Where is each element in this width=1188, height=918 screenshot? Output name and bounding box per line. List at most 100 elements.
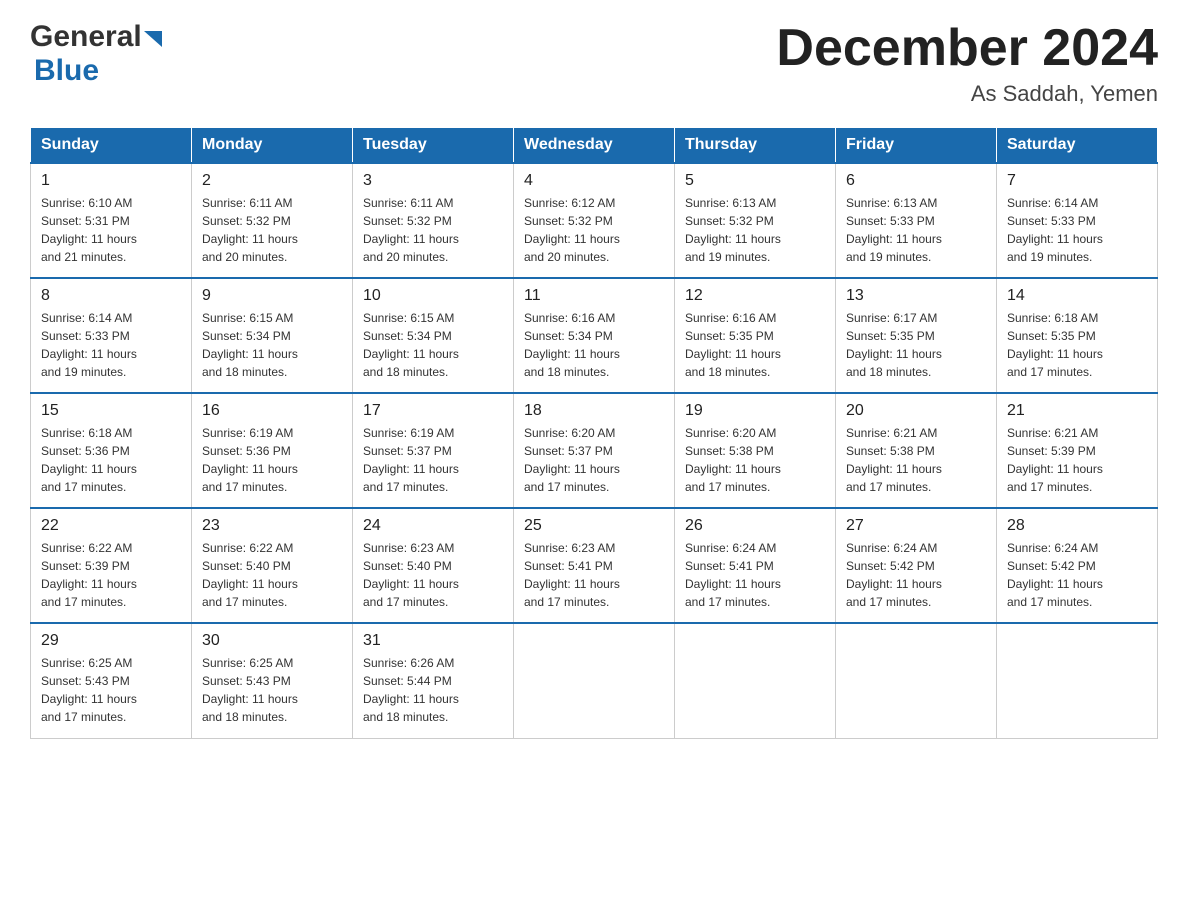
day-info: Sunrise: 6:15 AM Sunset: 5:34 PM Dayligh… — [363, 309, 503, 381]
day-cell: 12 Sunrise: 6:16 AM Sunset: 5:35 PM Dayl… — [675, 278, 836, 393]
day-cell: 26 Sunrise: 6:24 AM Sunset: 5:41 PM Dayl… — [675, 508, 836, 623]
day-cell: 10 Sunrise: 6:15 AM Sunset: 5:34 PM Dayl… — [353, 278, 514, 393]
day-info: Sunrise: 6:19 AM Sunset: 5:36 PM Dayligh… — [202, 424, 342, 496]
day-cell: 25 Sunrise: 6:23 AM Sunset: 5:41 PM Dayl… — [514, 508, 675, 623]
header-cell-tuesday: Tuesday — [353, 128, 514, 164]
day-cell: 24 Sunrise: 6:23 AM Sunset: 5:40 PM Dayl… — [353, 508, 514, 623]
day-number: 13 — [846, 287, 986, 305]
day-number: 17 — [363, 402, 503, 420]
day-number: 11 — [524, 287, 664, 305]
day-info: Sunrise: 6:23 AM Sunset: 5:40 PM Dayligh… — [363, 539, 503, 611]
day-number: 10 — [363, 287, 503, 305]
day-info: Sunrise: 6:10 AM Sunset: 5:31 PM Dayligh… — [41, 194, 181, 266]
day-number: 18 — [524, 402, 664, 420]
day-number: 1 — [41, 172, 181, 190]
day-info: Sunrise: 6:15 AM Sunset: 5:34 PM Dayligh… — [202, 309, 342, 381]
week-row-5: 29 Sunrise: 6:25 AM Sunset: 5:43 PM Dayl… — [31, 623, 1158, 738]
day-number: 3 — [363, 172, 503, 190]
week-row-3: 15 Sunrise: 6:18 AM Sunset: 5:36 PM Dayl… — [31, 393, 1158, 508]
day-number: 15 — [41, 402, 181, 420]
day-cell: 28 Sunrise: 6:24 AM Sunset: 5:42 PM Dayl… — [997, 508, 1158, 623]
page-header: General Blue December 2024 As Saddah, Ye… — [30, 20, 1158, 107]
week-row-2: 8 Sunrise: 6:14 AM Sunset: 5:33 PM Dayli… — [31, 278, 1158, 393]
day-cell: 3 Sunrise: 6:11 AM Sunset: 5:32 PM Dayli… — [353, 163, 514, 278]
day-info: Sunrise: 6:21 AM Sunset: 5:38 PM Dayligh… — [846, 424, 986, 496]
day-number: 31 — [363, 632, 503, 650]
day-number: 2 — [202, 172, 342, 190]
day-cell: 17 Sunrise: 6:19 AM Sunset: 5:37 PM Dayl… — [353, 393, 514, 508]
day-cell: 23 Sunrise: 6:22 AM Sunset: 5:40 PM Dayl… — [192, 508, 353, 623]
day-info: Sunrise: 6:24 AM Sunset: 5:42 PM Dayligh… — [1007, 539, 1147, 611]
day-info: Sunrise: 6:11 AM Sunset: 5:32 PM Dayligh… — [202, 194, 342, 266]
day-info: Sunrise: 6:13 AM Sunset: 5:33 PM Dayligh… — [846, 194, 986, 266]
day-number: 20 — [846, 402, 986, 420]
day-info: Sunrise: 6:24 AM Sunset: 5:42 PM Dayligh… — [846, 539, 986, 611]
day-cell — [675, 623, 836, 738]
day-number: 16 — [202, 402, 342, 420]
day-info: Sunrise: 6:14 AM Sunset: 5:33 PM Dayligh… — [41, 309, 181, 381]
calendar-table: SundayMondayTuesdayWednesdayThursdayFrid… — [30, 127, 1158, 739]
day-number: 4 — [524, 172, 664, 190]
day-cell: 16 Sunrise: 6:19 AM Sunset: 5:36 PM Dayl… — [192, 393, 353, 508]
week-row-4: 22 Sunrise: 6:22 AM Sunset: 5:39 PM Dayl… — [31, 508, 1158, 623]
day-cell — [997, 623, 1158, 738]
day-number: 30 — [202, 632, 342, 650]
day-info: Sunrise: 6:21 AM Sunset: 5:39 PM Dayligh… — [1007, 424, 1147, 496]
day-cell: 19 Sunrise: 6:20 AM Sunset: 5:38 PM Dayl… — [675, 393, 836, 508]
header-cell-thursday: Thursday — [675, 128, 836, 164]
day-cell: 11 Sunrise: 6:16 AM Sunset: 5:34 PM Dayl… — [514, 278, 675, 393]
day-cell: 5 Sunrise: 6:13 AM Sunset: 5:32 PM Dayli… — [675, 163, 836, 278]
day-number: 12 — [685, 287, 825, 305]
day-number: 7 — [1007, 172, 1147, 190]
calendar-body: 1 Sunrise: 6:10 AM Sunset: 5:31 PM Dayli… — [31, 163, 1158, 738]
day-number: 24 — [363, 517, 503, 535]
header-row: SundayMondayTuesdayWednesdayThursdayFrid… — [31, 128, 1158, 164]
calendar-header: SundayMondayTuesdayWednesdayThursdayFrid… — [31, 128, 1158, 164]
day-cell: 22 Sunrise: 6:22 AM Sunset: 5:39 PM Dayl… — [31, 508, 192, 623]
day-number: 28 — [1007, 517, 1147, 535]
logo: General Blue — [30, 20, 166, 88]
day-info: Sunrise: 6:11 AM Sunset: 5:32 PM Dayligh… — [363, 194, 503, 266]
day-cell — [514, 623, 675, 738]
day-info: Sunrise: 6:16 AM Sunset: 5:35 PM Dayligh… — [685, 309, 825, 381]
day-info: Sunrise: 6:13 AM Sunset: 5:32 PM Dayligh… — [685, 194, 825, 266]
day-number: 29 — [41, 632, 181, 650]
day-cell: 20 Sunrise: 6:21 AM Sunset: 5:38 PM Dayl… — [836, 393, 997, 508]
day-info: Sunrise: 6:24 AM Sunset: 5:41 PM Dayligh… — [685, 539, 825, 611]
day-info: Sunrise: 6:25 AM Sunset: 5:43 PM Dayligh… — [41, 654, 181, 726]
day-info: Sunrise: 6:16 AM Sunset: 5:34 PM Dayligh… — [524, 309, 664, 381]
day-info: Sunrise: 6:23 AM Sunset: 5:41 PM Dayligh… — [524, 539, 664, 611]
day-info: Sunrise: 6:19 AM Sunset: 5:37 PM Dayligh… — [363, 424, 503, 496]
header-cell-saturday: Saturday — [997, 128, 1158, 164]
day-cell — [836, 623, 997, 738]
day-cell: 14 Sunrise: 6:18 AM Sunset: 5:35 PM Dayl… — [997, 278, 1158, 393]
day-info: Sunrise: 6:26 AM Sunset: 5:44 PM Dayligh… — [363, 654, 503, 726]
day-info: Sunrise: 6:18 AM Sunset: 5:36 PM Dayligh… — [41, 424, 181, 496]
logo-general-text: General — [30, 20, 142, 54]
day-cell: 4 Sunrise: 6:12 AM Sunset: 5:32 PM Dayli… — [514, 163, 675, 278]
day-cell: 31 Sunrise: 6:26 AM Sunset: 5:44 PM Dayl… — [353, 623, 514, 738]
day-cell: 6 Sunrise: 6:13 AM Sunset: 5:33 PM Dayli… — [836, 163, 997, 278]
logo-blue-text: Blue — [34, 54, 99, 88]
day-info: Sunrise: 6:18 AM Sunset: 5:35 PM Dayligh… — [1007, 309, 1147, 381]
header-cell-sunday: Sunday — [31, 128, 192, 164]
day-cell: 18 Sunrise: 6:20 AM Sunset: 5:37 PM Dayl… — [514, 393, 675, 508]
calendar-subtitle: As Saddah, Yemen — [776, 81, 1158, 107]
day-cell: 15 Sunrise: 6:18 AM Sunset: 5:36 PM Dayl… — [31, 393, 192, 508]
day-number: 26 — [685, 517, 825, 535]
week-row-1: 1 Sunrise: 6:10 AM Sunset: 5:31 PM Dayli… — [31, 163, 1158, 278]
day-info: Sunrise: 6:25 AM Sunset: 5:43 PM Dayligh… — [202, 654, 342, 726]
day-cell: 9 Sunrise: 6:15 AM Sunset: 5:34 PM Dayli… — [192, 278, 353, 393]
day-cell: 2 Sunrise: 6:11 AM Sunset: 5:32 PM Dayli… — [192, 163, 353, 278]
day-cell: 13 Sunrise: 6:17 AM Sunset: 5:35 PM Dayl… — [836, 278, 997, 393]
day-info: Sunrise: 6:12 AM Sunset: 5:32 PM Dayligh… — [524, 194, 664, 266]
header-cell-monday: Monday — [192, 128, 353, 164]
calendar-title: December 2024 — [776, 20, 1158, 77]
day-cell: 27 Sunrise: 6:24 AM Sunset: 5:42 PM Dayl… — [836, 508, 997, 623]
day-info: Sunrise: 6:22 AM Sunset: 5:40 PM Dayligh… — [202, 539, 342, 611]
day-cell: 1 Sunrise: 6:10 AM Sunset: 5:31 PM Dayli… — [31, 163, 192, 278]
day-cell: 8 Sunrise: 6:14 AM Sunset: 5:33 PM Dayli… — [31, 278, 192, 393]
title-block: December 2024 As Saddah, Yemen — [776, 20, 1158, 107]
day-cell: 7 Sunrise: 6:14 AM Sunset: 5:33 PM Dayli… — [997, 163, 1158, 278]
day-number: 22 — [41, 517, 181, 535]
